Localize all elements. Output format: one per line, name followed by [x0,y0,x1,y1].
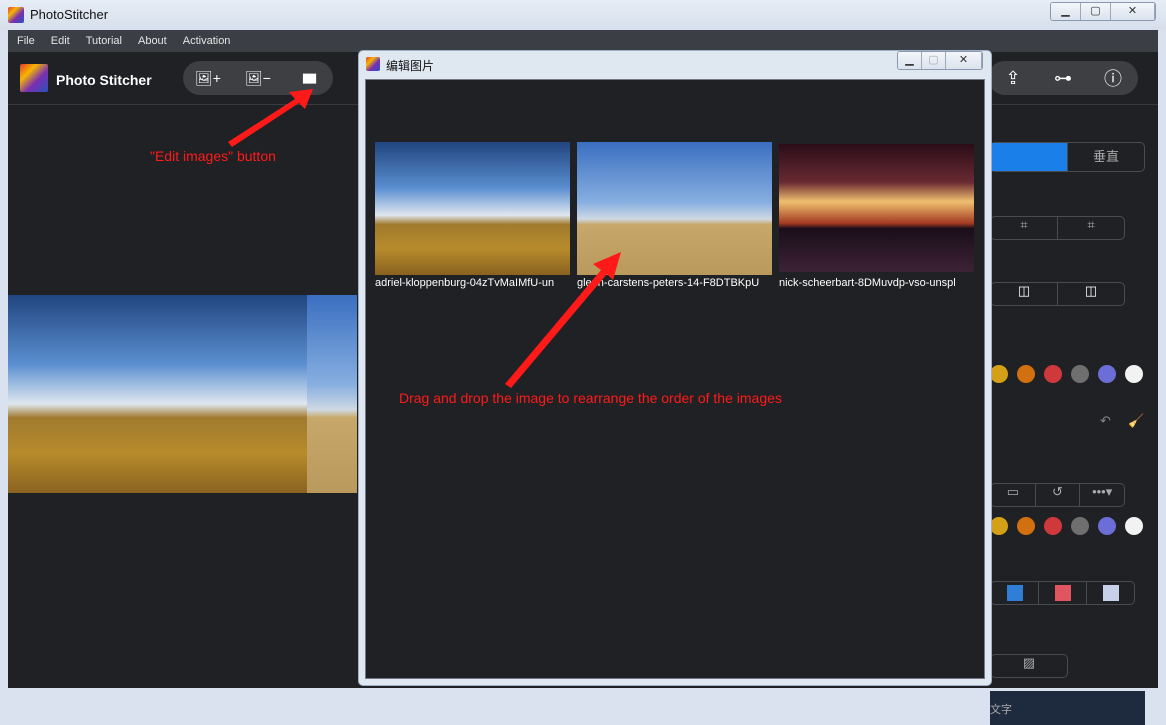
draw-tools: ▭ ↺ •••▾ [990,483,1125,507]
image-thumbnail[interactable] [779,144,974,272]
color-swatch[interactable] [1017,517,1035,535]
stitched-preview-second [307,295,357,493]
clear-brush-icon[interactable]: 🧹 [1128,413,1144,429]
menu-file[interactable]: File [17,35,35,47]
annotation-arrow-icon [505,252,621,388]
border-color-swatches [990,365,1152,388]
texture-blue[interactable] [991,582,1039,604]
pattern-tools: ▨ [990,654,1068,678]
image-caption: nick-scheerbart-8DMuvdp-vso-unspl [779,277,956,289]
window-title: PhotoStitcher [30,7,109,22]
texture-red[interactable] [1039,582,1087,604]
color-swatch[interactable] [1098,517,1116,535]
color-swatch[interactable] [1125,365,1143,383]
dialog-controls: ▁ ▢ ✕ [897,51,983,70]
image-grid: adriel-kloppenburg-04zTvMaIMfU-un glenn-… [365,79,985,679]
minimize-button[interactable]: ▁ [1051,3,1081,20]
orientation-toggle: 垂直 [990,142,1145,172]
menu-activation[interactable]: Activation [183,35,231,47]
texture-light[interactable] [1087,582,1134,604]
color-swatch[interactable] [1071,517,1089,535]
undo-draw-icon[interactable]: ↺ [1036,484,1081,506]
export-tools-group: ⇪ ⊶ ⓘ [988,61,1138,95]
more-icon[interactable]: •••▾ [1080,484,1124,506]
orientation-horizontal[interactable] [991,143,1068,171]
upload-cloud-icon[interactable]: ⇪ [988,68,1038,89]
maximize-button[interactable]: ▢ [1081,3,1111,20]
info-icon[interactable]: ⓘ [1088,65,1138,91]
orientation-vertical[interactable]: 垂直 [1068,143,1144,171]
edit-images-button[interactable]: ▮▮▮ [283,70,333,86]
undo-icon[interactable]: ↶ [1100,413,1111,429]
dialog-logo-icon [366,57,380,71]
annotation-arrow-icon [228,89,313,147]
color-swatch[interactable] [1125,517,1143,535]
add-image-icon[interactable]: 🖼+ [183,70,233,87]
hatch-icon[interactable]: ▨ [991,655,1067,677]
menu-edit[interactable]: Edit [51,35,70,47]
window-controls: ▁ ▢ ✕ [1050,2,1156,21]
edit-images-dialog: 编辑图片 ▁ ▢ ✕ adriel-kloppenburg-04zTvMaIMf… [358,50,992,686]
color-swatch[interactable] [1044,517,1062,535]
dialog-close-button[interactable]: ✕ [946,52,982,69]
edit-images-annotation: "Edit images" button [150,148,276,164]
layout-icon[interactable]: ◫ [991,283,1058,305]
layout-tools: ◫ ◫ [990,282,1125,306]
texture-tools [990,581,1135,605]
drag-annotation: Drag and drop the image to rearrange the… [399,390,782,406]
menu-about[interactable]: About [138,35,167,47]
brand-logo-icon [20,64,48,92]
color-swatch[interactable] [1098,365,1116,383]
remove-image-icon[interactable]: 🖼− [233,70,283,87]
color-swatch[interactable] [990,365,1008,383]
brand-name: Photo Stitcher [56,72,152,88]
rectangle-icon[interactable]: ▭ [991,484,1036,506]
dialog-maximize-button[interactable]: ▢ [922,52,946,69]
crop-remove-icon[interactable]: ⌗ [1058,217,1124,239]
dialog-minimize-button[interactable]: ▁ [898,52,922,69]
menu-bar: File Edit Tutorial About Activation [8,30,1158,52]
color-swatch[interactable] [990,517,1008,535]
layout-alt-icon[interactable]: ◫ [1058,283,1124,305]
menu-tutorial[interactable]: Tutorial [86,35,122,47]
color-swatch[interactable] [1044,365,1062,383]
stitched-preview [8,295,357,493]
close-button[interactable]: ✕ [1111,3,1155,20]
dialog-title: 编辑图片 [386,59,435,73]
app-logo-icon [8,7,24,23]
crop-icon[interactable]: ⌗ [991,217,1058,239]
window-titlebar: PhotoStitcher ▁ ▢ ✕ [0,0,1166,30]
draw-color-swatches [990,517,1152,540]
color-swatch[interactable] [1017,365,1035,383]
color-swatch[interactable] [1071,365,1089,383]
settings-panel: 垂直 ⌗ ⌗ ◫ ◫ ↶ 🧹 ▭ ↺ •••▾ ▨ 文字 [990,105,1158,725]
key-icon[interactable]: ⊶ [1038,68,1088,89]
text-input[interactable]: 文字 [990,691,1145,725]
crop-tools: ⌗ ⌗ [990,216,1125,240]
